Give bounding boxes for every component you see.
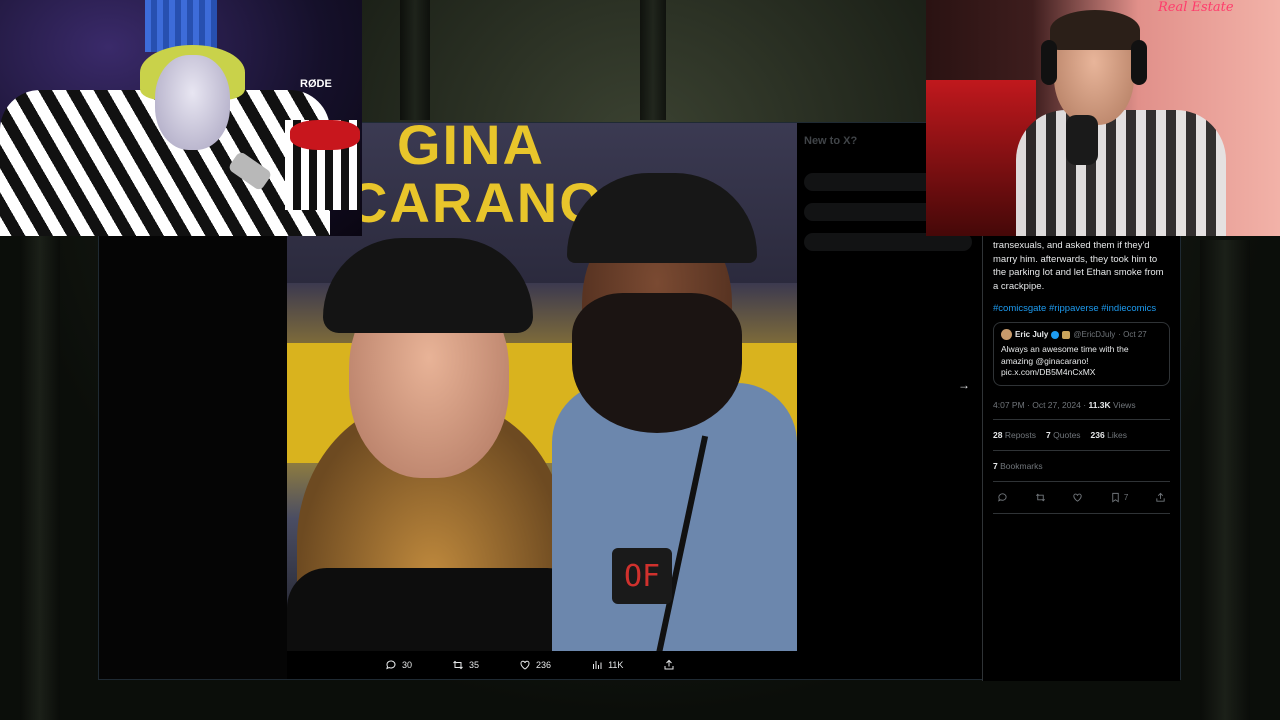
reposts-label: Reposts	[1004, 429, 1037, 440]
views-button[interactable]: 11K	[591, 659, 623, 671]
like-count: 236	[536, 660, 552, 670]
verified-icon	[1051, 330, 1060, 339]
likes-label: Likes	[1107, 429, 1127, 440]
tree-trunk	[1200, 240, 1250, 720]
quotes-label: Quotes	[1053, 429, 1081, 440]
quoted-date: · Oct 27	[1118, 330, 1147, 339]
bar-chart-icon	[593, 661, 602, 669]
tweet-actions: 7	[993, 482, 1170, 514]
headphones-icon	[1041, 40, 1057, 85]
banner-text-line1: GINA	[397, 123, 545, 176]
arrow-right-icon[interactable]: →	[958, 378, 972, 392]
bookmarks-count: 7	[993, 460, 998, 471]
bookmark-button[interactable]: 7	[1110, 492, 1128, 503]
quotes-stat[interactable]: 7 Quotes	[1046, 430, 1081, 440]
tree-trunk	[20, 230, 60, 720]
tweet-stats: 28 Reposts 7 Quotes 236 Likes	[993, 420, 1170, 451]
tweet-text: transexuals, and asked them if they'd ma…	[993, 240, 1164, 292]
tree-trunk	[400, 0, 430, 120]
reply-icon	[386, 660, 396, 670]
heart-icon	[1073, 493, 1082, 502]
webcam-right: Real Estate	[926, 0, 1280, 236]
repost-icon	[453, 660, 463, 670]
tweet-meta: 4:07 PM · Oct 27, 2024 · 11.3K Views	[993, 400, 1170, 420]
person-left-hat	[323, 238, 533, 333]
like-button[interactable]: 236	[519, 659, 551, 671]
share-icon	[1156, 492, 1165, 502]
reply-button[interactable]: 30	[385, 659, 412, 671]
bookmarks-stat[interactable]: 7 Bookmarks	[993, 451, 1170, 482]
views-count: 11K	[608, 660, 624, 670]
repost-button[interactable]: 35	[452, 659, 479, 671]
bookmark-action-count: 7	[1123, 492, 1129, 502]
host-right-shirt	[1016, 110, 1226, 236]
tweet-hashtags[interactable]: #comicsgate #rippaverse #indiecomics	[993, 303, 1170, 314]
likes-stat[interactable]: 236 Likes	[1091, 430, 1127, 440]
tweet-timestamp: 4:07 PM · Oct 27, 2024 ·	[993, 399, 1087, 410]
reply-count: 30	[402, 660, 413, 670]
microphone-icon	[1066, 115, 1098, 165]
quoted-tweet-text: Always an awesome time with the amazing …	[1001, 344, 1129, 377]
quoted-author-handle: @EricDJuly	[1073, 330, 1116, 339]
quoted-tweet[interactable]: Eric July @EricDJuly · Oct 27 Always an …	[993, 322, 1170, 386]
likes-count: 236	[1090, 429, 1105, 440]
reposts-stat[interactable]: 28 Reposts	[993, 430, 1036, 440]
reposts-count: 28	[993, 429, 1003, 440]
like-button[interactable]	[1072, 492, 1083, 503]
of-badge: OF	[612, 548, 672, 604]
neon-sign: Real Estate	[1158, 0, 1234, 15]
bookmarks-label: Bookmarks	[1000, 460, 1043, 471]
tree-trunk	[640, 0, 666, 120]
bookmark-icon	[1112, 492, 1119, 502]
dimmed-sidebar-title: New to X?	[804, 135, 858, 147]
pixel-art-decoration	[145, 0, 217, 52]
share-button[interactable]	[1155, 492, 1166, 503]
heart-icon	[520, 660, 530, 670]
headphones-icon	[1131, 40, 1147, 85]
views-label: Views	[1113, 399, 1136, 410]
host-left-face	[155, 55, 230, 150]
repost-count: 35	[469, 660, 480, 670]
share-button[interactable]	[663, 659, 675, 671]
avatar	[1001, 329, 1012, 340]
red-prop	[290, 120, 360, 150]
quoted-author-name: Eric July	[1015, 330, 1049, 339]
reply-icon	[998, 492, 1007, 502]
reply-button[interactable]	[997, 492, 1008, 503]
repost-button[interactable]	[1035, 492, 1046, 503]
quoted-tweet-header: Eric July @EricDJuly · Oct 27	[1001, 329, 1162, 340]
host-right-hair	[1050, 10, 1140, 50]
tweet-photo[interactable]: GINA CARANO OF	[287, 123, 797, 651]
repost-icon	[1035, 493, 1045, 501]
person-right-hat	[567, 173, 757, 263]
views-count: 11.3K	[1088, 399, 1111, 410]
tweet-detail-panel: transexuals, and asked them if they'd ma…	[982, 233, 1180, 681]
mic-brand-label: RØDE	[300, 78, 332, 90]
affiliate-badge-icon	[1062, 330, 1071, 339]
webcam-left: RØDE	[0, 0, 362, 236]
share-icon	[664, 659, 674, 670]
person-right-beard	[572, 293, 742, 433]
quotes-count: 7	[1046, 429, 1051, 440]
